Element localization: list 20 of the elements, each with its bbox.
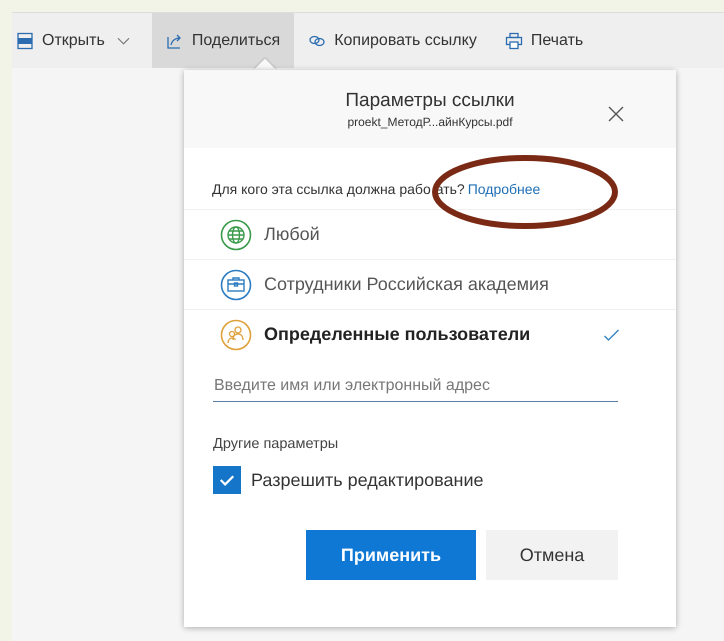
question-text: Для кого эта ссылка должна рабо	[212, 181, 431, 197]
toolbar-button[interactable]: Копировать ссылку	[294, 13, 491, 68]
learn-more-link[interactable]: Подробнее	[468, 181, 540, 197]
toolbar-button[interactable]: Печать	[490, 13, 598, 68]
section-heading: Другие параметры	[213, 436, 340, 452]
audience-option[interactable]: Сотрудники Российская академия	[184, 259, 676, 309]
audience-option[interactable]: Любой	[184, 209, 676, 259]
pdf-file-icon	[16, 32, 34, 50]
apply-button[interactable]: Применить	[306, 530, 476, 580]
dialog-title: Параметры ссылки	[345, 90, 515, 112]
audience-option[interactable]: Определенные пользователи	[184, 309, 676, 359]
recipient-input[interactable]: Введите имя или электронный адрес	[213, 371, 618, 402]
cancel-button[interactable]: Отмена	[486, 530, 618, 580]
checkmark-icon	[603, 328, 620, 340]
close-icon[interactable]	[608, 106, 624, 122]
toolbar-button[interactable]: Открыть	[12, 13, 144, 68]
toolbar-button[interactable]: Поделиться	[152, 13, 294, 68]
allow-editing-checkbox[interactable]: Разрешить редактирование	[213, 466, 484, 494]
printer-icon	[504, 32, 523, 50]
file-name: proekt_МетодР...айнКурсы.pdf	[347, 114, 513, 128]
